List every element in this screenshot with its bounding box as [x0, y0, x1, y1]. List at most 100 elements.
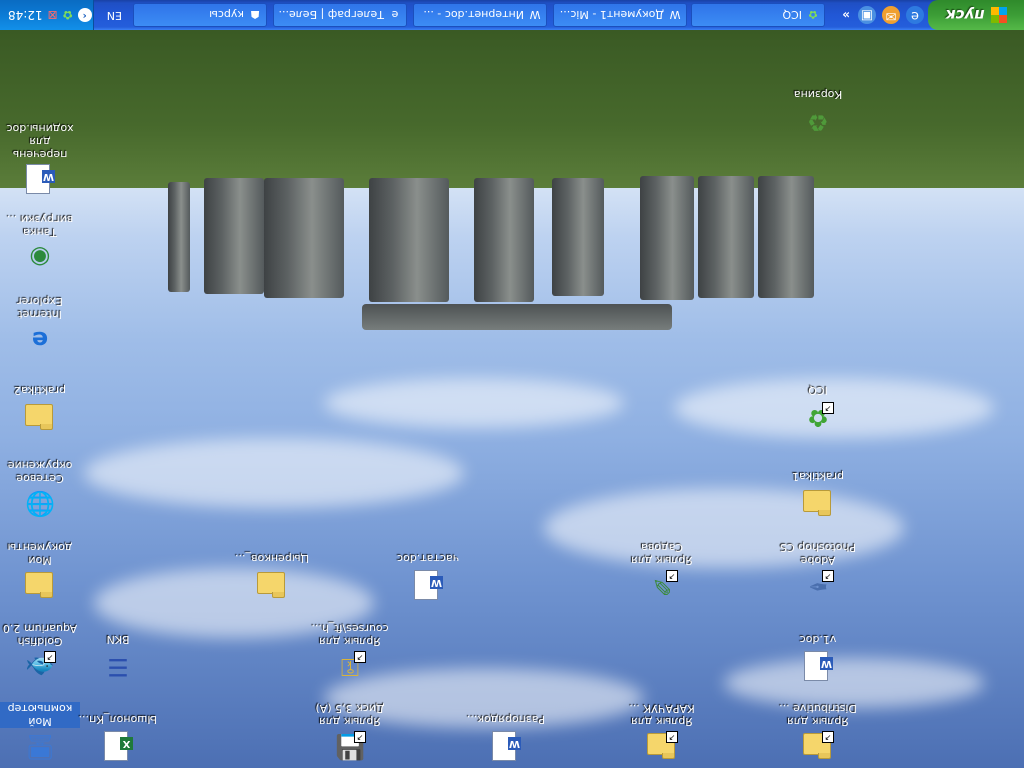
task-button-internet-doc[interactable]: W Интернет.doc - ... [413, 3, 547, 27]
icon-shortcut-coursesft[interactable]: ⚿ ↗ Ярлык для courses\ft_h... [310, 621, 390, 683]
stone [264, 178, 344, 298]
excel-doc-icon [102, 731, 134, 763]
icon-label: Ярлык для Садова [631, 541, 693, 567]
grass-ground [0, 30, 1024, 188]
task-button-document1[interactable]: W Документ1 - Mic... [553, 3, 687, 27]
start-button[interactable]: пуск [928, 0, 1024, 30]
recycle-bin-icon: ♻ [807, 108, 829, 136]
stone [552, 178, 604, 296]
icon-shortcut-sadova[interactable]: ✎ ↗ Ярлык для Садова [622, 540, 702, 602]
icon-label: Мой компьютер [0, 702, 80, 728]
ie-icon: e [391, 8, 399, 21]
start-label: пуск [945, 6, 985, 24]
text-icon: ☰ [107, 653, 129, 681]
stone [640, 176, 694, 300]
task-button-telegraf[interactable]: e Телеграф | Беле... [273, 3, 407, 27]
icon-tanka[interactable]: ◉ Танка вигрузки ... [0, 212, 80, 274]
task-button-kursy[interactable]: ☗ курсы [133, 3, 267, 27]
icq-tray-icon[interactable]: ✿ [63, 8, 73, 22]
icon-label: Goldfish Aquarium 2.0 [2, 622, 78, 648]
word-doc-icon [802, 651, 834, 683]
stone [698, 176, 754, 298]
icon-label: Разпорядок... [466, 713, 545, 726]
word-doc-icon [412, 570, 444, 602]
floppy-icon: 💾 ↗ [335, 731, 366, 761]
icon-excel-doc[interactable]: Ышонол_Кп... [78, 712, 158, 763]
fish-icon: 🐟 ↗ [25, 651, 56, 681]
icon-word-razporyadok[interactable]: Разпорядок... [466, 712, 546, 763]
icon-label: praktika1 [792, 470, 844, 483]
folder-icon [802, 488, 834, 520]
flower-icon: ✿ [808, 8, 818, 21]
icon-label: Ярлык для Distributive ... [779, 702, 857, 728]
folder-icon [24, 402, 56, 434]
desktop[interactable]: 🖥 Мой компьютер 🐟 ↗ Goldfish Aquarium 2.0… [0, 30, 1024, 768]
icon-recycle[interactable]: ♻ Корзина [778, 87, 858, 138]
outlook-quick-icon[interactable]: ✉ [882, 6, 900, 24]
icon-label: praktika2 [14, 384, 66, 397]
task-label: ICQ [782, 8, 802, 21]
icon-label: Мои документы [7, 541, 73, 567]
word-doc-icon [490, 731, 522, 763]
tray-expand-icon[interactable]: ‹ [77, 8, 92, 22]
icon-shortcut-kapakuk[interactable]: ↗ Ярлык для КАРАЧУК ... [622, 701, 702, 763]
icon-word-vastat[interactable]: частат.doc [388, 551, 468, 602]
icon-label: Танка вигрузки ... [6, 213, 74, 239]
icon-label: Ярлык для courses\ft_h... [311, 622, 389, 648]
word-doc-icon [24, 164, 56, 196]
icon-shortcut-distributive[interactable]: ↗ Ярлык для Distributive ... [778, 701, 858, 763]
icon-shortcut-disk[interactable]: 💾 ↗ Ярлык для Диск 3,5 (A) [310, 701, 390, 763]
task-button-icq[interactable]: ✿ ICQ [691, 3, 825, 27]
task-label: курсы [209, 8, 244, 21]
icon-network[interactable]: 🌐 Сетевое окружение [0, 458, 80, 520]
icon-praktika2[interactable]: praktika2 [0, 383, 80, 434]
computer-icon: 🖥 [24, 733, 56, 761]
language-indicator[interactable]: EN [107, 0, 122, 30]
stone [758, 176, 814, 298]
screen: 🖥 Мой компьютер 🐟 ↗ Goldfish Aquarium 2.0… [0, 0, 1024, 768]
icon-label: Ярлык для Диск 3,5 (A) [315, 702, 385, 728]
icon-label: ICQ [808, 384, 828, 397]
icon-label: BKN [106, 633, 130, 646]
icon-praktika1[interactable]: praktika1 [778, 469, 858, 520]
icon-label: частат.doc [396, 552, 460, 565]
ie-quick-icon[interactable]: e [906, 6, 924, 24]
ie-icon: e [31, 326, 49, 354]
system-tray: ‹ ✿ ⊠ 12:48 [0, 0, 94, 30]
icon-bkn[interactable]: ☰ BKN [78, 632, 158, 683]
word-icon: W [669, 8, 681, 21]
folder-shortcut-icon: ↗ [802, 731, 834, 763]
stone-lintel [362, 304, 672, 330]
stone [168, 182, 190, 292]
quick-launch-more[interactable]: » [842, 8, 850, 22]
icon-word-v1[interactable]: v1.doc [778, 632, 858, 683]
flower-icon: ✿ ↗ [802, 402, 834, 434]
network-tray-icon[interactable]: ⊠ [48, 8, 58, 22]
icon-label: Ышонол_Кп... [78, 713, 157, 726]
icon-label: v1.doc [799, 633, 837, 646]
icon-photoshop[interactable]: ✒ ↗ Adobe Photoshop CS [778, 540, 858, 602]
icon-my-computer[interactable]: 🖥 Мой компьютер [0, 701, 80, 763]
icon-word-perechen[interactable]: перечень для ходины.doc [0, 121, 80, 196]
task-label: Документ1 - Mic... [559, 8, 664, 21]
icon-icq[interactable]: ✿ ↗ ICQ [778, 383, 858, 434]
key-icon: ⚿ ↗ [334, 651, 366, 683]
icon-label: Корзина [793, 88, 843, 101]
windows-logo-icon [990, 7, 1007, 23]
icon-label: Internet Explorer [17, 295, 63, 321]
icon-my-documents[interactable]: Мои документы [0, 540, 80, 602]
pen-icon: ✎ ↗ [646, 570, 678, 602]
icon-folder-tsirenkov[interactable]: Цыренков_... [232, 551, 312, 602]
globe-icon: ◉ [29, 244, 51, 272]
icon-ie[interactable]: e Internet Explorer [0, 294, 80, 356]
folder-shortcut-icon: ↗ [646, 731, 678, 763]
feather-icon: ✒ ↗ [802, 570, 834, 602]
icon-label: Adobe Photoshop CS [780, 541, 856, 567]
desktop-quick-icon[interactable]: ▣ [858, 6, 876, 24]
task-label: Телеграф | Беле... [278, 8, 385, 21]
icon-goldfish[interactable]: 🐟 ↗ Goldfish Aquarium 2.0 [0, 621, 80, 683]
taskbar: ‹ ✿ ⊠ 12:48 EN ☗ курсы e Телеграф | Беле..… [0, 0, 1024, 30]
word-icon: W [529, 8, 541, 21]
clock[interactable]: 12:48 [8, 8, 43, 22]
stone [369, 178, 449, 302]
